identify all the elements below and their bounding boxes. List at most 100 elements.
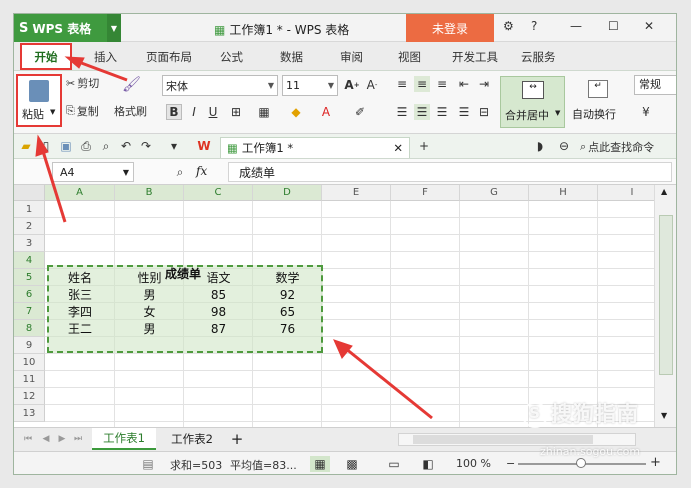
fill-pattern-icon[interactable]: ▦ [256, 104, 272, 120]
table-cell[interactable]: 李四 [45, 303, 115, 320]
column-header-e[interactable]: E [322, 185, 391, 201]
justify-icon[interactable]: ☰ [456, 104, 472, 120]
column-header-i[interactable]: I [598, 185, 654, 201]
last-sheet-icon[interactable]: ⏭ [70, 431, 86, 447]
h-scroll-thumb[interactable] [413, 435, 593, 444]
add-tab-icon[interactable]: + [416, 138, 432, 154]
login-button[interactable]: 未登录 [406, 14, 494, 42]
spreadsheet-grid[interactable]: ABCDEFGHI 1 2 3 4 5 6 7 8 9 10 11 12 13 成绩单 姓名 性别 语文 数学… [14, 185, 654, 427]
prev-sheet-icon[interactable]: ◀ [38, 431, 54, 447]
tab-page-layout[interactable]: 页面布局 [146, 49, 192, 65]
normal-view-icon[interactable]: ▦ [310, 456, 330, 472]
underline-icon[interactable]: U [205, 104, 221, 120]
macro-icon[interactable]: ▤ [140, 456, 156, 472]
column-header-a[interactable]: A [45, 185, 115, 201]
new-file-icon[interactable]: ▯ [38, 138, 54, 154]
save-icon[interactable]: ▣ [58, 138, 74, 154]
row-header-2[interactable]: 2 [14, 218, 45, 235]
currency-icon[interactable]: ¥ [638, 104, 654, 120]
paste-button[interactable]: 粘贴 ▼ [16, 74, 62, 127]
row-header-3[interactable]: 3 [14, 235, 45, 252]
copy-button[interactable]: ⎘ 复制 [66, 103, 99, 119]
table-cell[interactable]: 98 [184, 303, 253, 320]
maximize-button[interactable]: ☐ [608, 19, 619, 33]
font-name-select[interactable]: 宋体 ▼ [162, 75, 278, 96]
align-bottom-icon[interactable]: ≡ [434, 76, 450, 92]
column-header-b[interactable]: B [115, 185, 184, 201]
fill-color-icon[interactable]: ◆ [288, 104, 304, 120]
help-button[interactable]: ? [531, 19, 537, 33]
table-cell[interactable]: 男 [115, 320, 184, 337]
formula-input[interactable]: 成绩单 [228, 162, 672, 182]
indent-decrease-icon[interactable]: ⇤ [456, 76, 472, 92]
file-tab[interactable]: ▦ 工作簿1 * ✕ [220, 137, 410, 158]
row-header-10[interactable]: 10 [14, 354, 45, 371]
align-top-icon[interactable]: ≡ [394, 76, 410, 92]
close-button[interactable]: ✕ [644, 19, 654, 33]
app-menu-button[interactable]: S WPS 表格 ▼ [14, 14, 121, 42]
decrease-font-icon[interactable]: A- [364, 77, 380, 93]
table-cell[interactable]: 65 [253, 303, 322, 320]
table-cell[interactable]: 92 [253, 286, 322, 303]
table-cell[interactable]: 87 [184, 320, 253, 337]
tab-insert[interactable]: 插入 [94, 49, 117, 65]
open-folder-icon[interactable]: ▰ [18, 138, 34, 154]
print-icon[interactable]: ⎙ [78, 138, 94, 154]
column-header-g[interactable]: G [460, 185, 529, 201]
table-cell[interactable]: 男 [115, 286, 184, 303]
row-header-8[interactable]: 8 [14, 320, 45, 337]
zoom-slider[interactable] [518, 458, 646, 468]
row-header-11[interactable]: 11 [14, 371, 45, 388]
table-cell[interactable]: 女 [115, 303, 184, 320]
close-icon[interactable]: ✕ [393, 141, 403, 155]
border-icon[interactable]: ⊞ [228, 104, 244, 120]
table-cell[interactable]: 85 [184, 286, 253, 303]
next-sheet-icon[interactable]: ▶ [54, 431, 70, 447]
table-cell[interactable]: 76 [253, 320, 322, 337]
table-header-cell[interactable]: 性别 [115, 269, 184, 286]
tab-data[interactable]: 数据 [280, 49, 303, 65]
zoom-in-button[interactable]: + [650, 455, 661, 470]
customize-icon[interactable]: ▾ [166, 138, 182, 154]
fx-button[interactable]: fx [196, 164, 207, 178]
increase-font-icon[interactable]: A + [344, 77, 360, 93]
bookmark-icon[interactable]: ◗ [532, 138, 548, 154]
wps-home-icon[interactable]: W [196, 138, 212, 154]
tab-developer[interactable]: 开发工具 [452, 49, 498, 65]
align-left-icon[interactable]: ☰ [394, 104, 410, 120]
page-layout-icon[interactable]: ▭ [386, 456, 402, 472]
skin-icon[interactable]: ⚙ [503, 19, 514, 33]
row-header-7[interactable]: 7 [14, 303, 45, 320]
table-cell[interactable]: 王二 [45, 320, 115, 337]
redo-icon[interactable]: ↷ [138, 138, 154, 154]
sheet-tab-1[interactable]: 工作表1 [92, 428, 156, 450]
table-header-cell[interactable]: 姓名 [45, 269, 115, 286]
tab-home[interactable]: 开始 [20, 43, 72, 70]
align-right-icon[interactable]: ☰ [434, 104, 450, 120]
select-all-corner[interactable] [14, 185, 45, 201]
row-header-4[interactable]: 4 [14, 252, 45, 269]
align-middle-icon[interactable]: ≡ [414, 76, 430, 92]
clear-format-icon[interactable]: ✐ [352, 104, 368, 120]
column-header-f[interactable]: F [391, 185, 460, 201]
chevron-down-icon[interactable]: ▼ [107, 14, 121, 42]
scroll-thumb[interactable] [659, 215, 673, 375]
print-preview-icon[interactable]: ⌕ [98, 138, 114, 154]
indent-increase-icon[interactable]: ⇥ [476, 76, 492, 92]
undo-icon[interactable]: ↶ [118, 138, 134, 154]
tab-formulas[interactable]: 公式 [220, 49, 243, 65]
zoom-level[interactable]: 100 % [456, 457, 491, 470]
reading-mode-icon[interactable]: ◧ [420, 456, 436, 472]
merge-center-button[interactable]: ↔ 合并居中 ▼ [500, 76, 565, 128]
row-header-5[interactable]: 5 [14, 269, 45, 286]
align-center-icon[interactable]: ☰ [414, 104, 430, 120]
scroll-up-icon[interactable]: ▲ [661, 187, 667, 196]
table-header-cell[interactable]: 语文 [184, 269, 253, 286]
zoom-slider-handle[interactable] [576, 458, 586, 468]
search-command-button[interactable]: ⌕ 点此查找命令 [580, 139, 654, 155]
tab-cloud[interactable]: 云服务 [521, 49, 556, 65]
number-format-select[interactable]: 常规 [634, 75, 676, 95]
tab-view[interactable]: 视图 [398, 49, 421, 65]
format-painter-button[interactable]: 格式刷 [114, 103, 147, 119]
row-header-13[interactable]: 13 [14, 405, 45, 422]
